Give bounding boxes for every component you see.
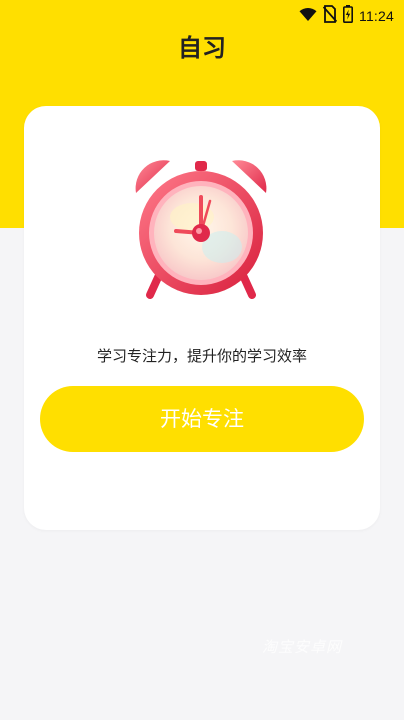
battery-charging-icon: [343, 5, 353, 27]
start-focus-button[interactable]: 开始专注: [40, 386, 364, 452]
wifi-icon: [299, 7, 317, 26]
alarm-clock-icon: [130, 155, 272, 303]
status-time: 11:24: [359, 8, 394, 24]
status-bar: 11:24: [0, 0, 404, 30]
status-icons: 11:24: [299, 5, 394, 27]
watermark: 淘宝安卓网: [262, 638, 343, 656]
sim-off-icon: [322, 5, 338, 27]
tagline-text: 学习专注力，提升你的学习效率: [96, 347, 307, 365]
page-title: 自习: [178, 34, 226, 62]
